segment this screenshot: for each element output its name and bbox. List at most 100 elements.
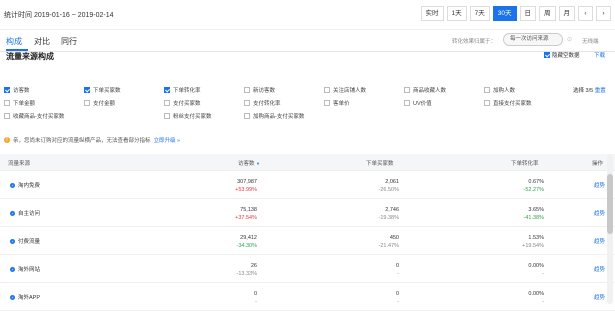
calendar-next-button[interactable]: › [596, 6, 611, 21]
calendar-prev-button[interactable]: ‹ [578, 6, 593, 21]
tab-compare[interactable]: 对比 [34, 36, 50, 47]
time-tab-7d[interactable]: 7天 [469, 6, 490, 21]
metric-checkbox[interactable] [244, 100, 250, 106]
header-source: 流量来源 [8, 161, 31, 167]
metric-pay-amount[interactable]: 支付金额 [84, 99, 115, 107]
source-label: 自主访问 [18, 211, 41, 217]
visitors-change: - [255, 299, 257, 305]
metric-fav-pay-buyers[interactable]: 收藏商品-支付买家数 [4, 112, 64, 120]
buyers-cell: 450 -21.47% [340, 235, 400, 249]
metric-order-conversion[interactable]: 下单转化率 [164, 86, 201, 94]
metric-checkbox[interactable] [484, 100, 490, 106]
metric-checkbox[interactable] [4, 100, 10, 106]
buyers-value: 450 [389, 235, 399, 241]
trend-link[interactable]: 趋势 [594, 209, 605, 217]
source-label: 淘内免费 [18, 183, 41, 189]
buyers-value: 2,746 [385, 207, 399, 213]
source-label: 淘外网站 [18, 267, 41, 273]
metric-visitors[interactable]: 访客数 [4, 86, 30, 94]
tab-composition[interactable]: 构成 [6, 36, 22, 47]
visitors-change: +53.99% [235, 187, 257, 193]
upgrade-link[interactable]: 立即升级 » [154, 136, 181, 144]
expand-icon[interactable]: + [10, 294, 15, 300]
metric-fan-pay-buyers[interactable]: 粉丝支付买家数 [164, 112, 212, 120]
hide-empty-toggle[interactable]: 隐藏空数据 [544, 51, 580, 59]
visitors-change: +37.54% [235, 215, 257, 221]
buyers-change: -19.38% [378, 215, 400, 221]
header-order-conversion[interactable]: 下单转化率 [511, 159, 539, 167]
metric-order-buyers[interactable]: 下单买家数 [84, 86, 121, 94]
metric-item-favorites[interactable]: 商品收藏人数 [404, 86, 446, 94]
source-cell[interactable]: + 淘外网站 [10, 265, 40, 273]
header-order-buyers[interactable]: 下单买家数 [366, 159, 394, 167]
visitors-cell: 307,987 +53.99% [200, 179, 257, 193]
metric-pay-buyers[interactable]: 支付买家数 [164, 99, 201, 107]
source-cell[interactable]: + 淘内免费 [10, 181, 40, 189]
source-cell[interactable]: + 自主访问 [10, 209, 40, 217]
conversion-attribution-select[interactable]: 每一次访问来源 [503, 33, 563, 46]
metric-label: 加购人数 [493, 88, 516, 94]
source-label: 付费流量 [18, 239, 41, 245]
reset-link[interactable]: 重置 [595, 88, 606, 94]
metric-checkbox[interactable] [164, 113, 170, 119]
metric-checkbox[interactable] [84, 87, 90, 93]
expand-icon[interactable]: + [10, 238, 15, 244]
time-tab-1d[interactable]: 1天 [446, 6, 467, 21]
visitors-cell: 26 -13.33% [200, 263, 258, 277]
rate-cell: 0.67% -52.27% [485, 179, 545, 193]
metric-add-cart[interactable]: 加购人数 [484, 86, 515, 94]
visitors-value: 26 [250, 263, 257, 269]
tab-peers[interactable]: 同行 [61, 36, 77, 47]
metric-new-visitors[interactable]: 新访客数 [244, 86, 275, 94]
metric-checkbox[interactable] [164, 100, 170, 106]
metric-avg-order[interactable]: 客单价 [324, 99, 350, 107]
time-tab-week[interactable]: 周 [539, 6, 556, 21]
hide-empty-label: 隐藏空数据 [552, 53, 580, 59]
metric-checkbox[interactable] [484, 87, 490, 93]
rate-cell: 3.65% -41.38% [485, 207, 545, 221]
scrollbar-thumb[interactable] [607, 174, 613, 234]
conversion-attribution-label: 转化效果归属于： [452, 39, 497, 45]
rate-change: -41.38% [523, 215, 545, 221]
buyers-change: -21.47% [378, 243, 400, 249]
metric-checkbox[interactable] [244, 87, 250, 93]
download-link[interactable]: 下载 [594, 51, 605, 59]
metric-checkbox[interactable] [4, 113, 10, 119]
metric-checkbox[interactable] [324, 100, 330, 106]
metric-order-amount[interactable]: 下单金额 [4, 99, 35, 107]
sub-tabs: 构成 对比 同行 转化效果归属于： 每一次访问来源 ⊙ 无线端 [0, 30, 615, 52]
trend-link[interactable]: 趋势 [594, 265, 605, 273]
header-visitors[interactable]: 访客数 ▼ [238, 159, 260, 167]
time-tab-month[interactable]: 月 [558, 6, 575, 21]
metric-cart-pay-buyers[interactable]: 加购商品-支付买家数 [244, 112, 304, 120]
sort-desc-icon[interactable]: ▼ [256, 161, 260, 166]
trend-link[interactable]: 趋势 [594, 293, 605, 301]
metric-shop-followers[interactable]: 关注店铺人数 [324, 86, 366, 94]
metric-checkbox[interactable] [4, 87, 10, 93]
metric-checkbox[interactable] [244, 113, 250, 119]
time-tab-realtime[interactable]: 实时 [420, 6, 444, 21]
time-tab-day[interactable]: 日 [519, 6, 536, 21]
metric-uv-value[interactable]: UV价值 [404, 99, 432, 107]
metric-checkbox[interactable] [164, 87, 170, 93]
trend-link[interactable]: 趋势 [594, 181, 605, 189]
source-cell[interactable]: + 淘外APP [10, 293, 40, 301]
metric-checkbox[interactable] [324, 87, 330, 93]
visitors-change: -13.33% [236, 271, 258, 277]
metric-checkbox[interactable] [404, 87, 410, 93]
hide-empty-checkbox[interactable] [544, 52, 550, 58]
help-icon[interactable]: ⊙ [567, 36, 572, 43]
metric-direct-pay-buyers[interactable]: 直接支付买家数 [484, 99, 532, 107]
source-cell[interactable]: + 付费流量 [10, 237, 40, 245]
expand-icon[interactable]: + [10, 210, 15, 216]
scrollbar[interactable] [607, 154, 613, 304]
metric-checkbox[interactable] [404, 100, 410, 106]
expand-icon[interactable]: + [10, 266, 15, 272]
metric-label: 下单转化率 [173, 88, 201, 94]
trend-link[interactable]: 趋势 [594, 237, 605, 245]
expand-icon[interactable]: + [10, 182, 15, 188]
metric-pay-conversion[interactable]: 支付转化率 [244, 99, 281, 107]
time-tab-30d[interactable]: 30天 [492, 6, 517, 21]
rate-change: +19.54% [522, 243, 544, 249]
metric-checkbox[interactable] [84, 100, 90, 106]
